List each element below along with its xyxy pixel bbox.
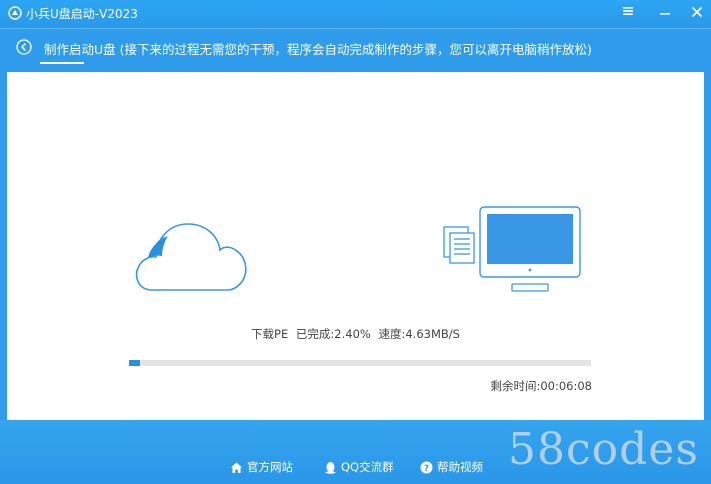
progress-speed: 速度:4.63MB/S [378, 327, 460, 341]
watermark: 58codes [508, 424, 699, 475]
qq-group-label: QQ交流群 [341, 460, 394, 474]
svg-text:?: ? [424, 463, 429, 473]
step-underline [40, 62, 84, 64]
qq-group-link[interactable]: QQ交流群 [324, 459, 394, 475]
remaining-time: 剩余时间:00:06:08 [490, 379, 592, 393]
progress-completed: 已完成:2.40% [295, 327, 371, 341]
back-arrow-icon[interactable] [16, 39, 32, 55]
help-video-label: 帮助视频 [437, 460, 483, 474]
official-site-label: 官方网站 [247, 460, 293, 474]
main-panel: 下载PE 已完成:2.40% 速度:4.63MB/S 剩余时间:00:06:08 [7, 72, 704, 420]
progress-task: 下载PE [251, 327, 289, 341]
document-icon [443, 226, 475, 264]
monitor-icon [479, 206, 581, 292]
cloud-icon [135, 223, 247, 291]
qq-icon [325, 461, 336, 474]
window-title: 小兵U盘启动-V2023 [26, 7, 138, 21]
title-bar: 小兵U盘启动-V2023 [0, 0, 711, 28]
help-icon: ? [420, 461, 433, 473]
menu-icon[interactable] [617, 3, 639, 23]
help-video-link[interactable]: ? 帮助视频 [420, 459, 483, 475]
home-icon [231, 462, 242, 473]
step-description: 制作启动U盘 (接下来的过程无需您的干预，程序会自动完成制作的步骤，您可以离开电… [44, 42, 592, 57]
official-site-link[interactable]: 官方网站 [230, 459, 293, 475]
close-icon[interactable] [686, 3, 708, 23]
progress-bar [129, 360, 591, 366]
step-bar: 制作启动U盘 (接下来的过程无需您的干预，程序会自动完成制作的步骤，您可以离开电… [0, 28, 711, 65]
progress-bar-fill [129, 360, 141, 366]
progress-status: 下载PE 已完成:2.40% 速度:4.63MB/S [7, 326, 704, 342]
app-logo-icon [8, 6, 22, 20]
minimize-icon[interactable] [654, 3, 676, 23]
